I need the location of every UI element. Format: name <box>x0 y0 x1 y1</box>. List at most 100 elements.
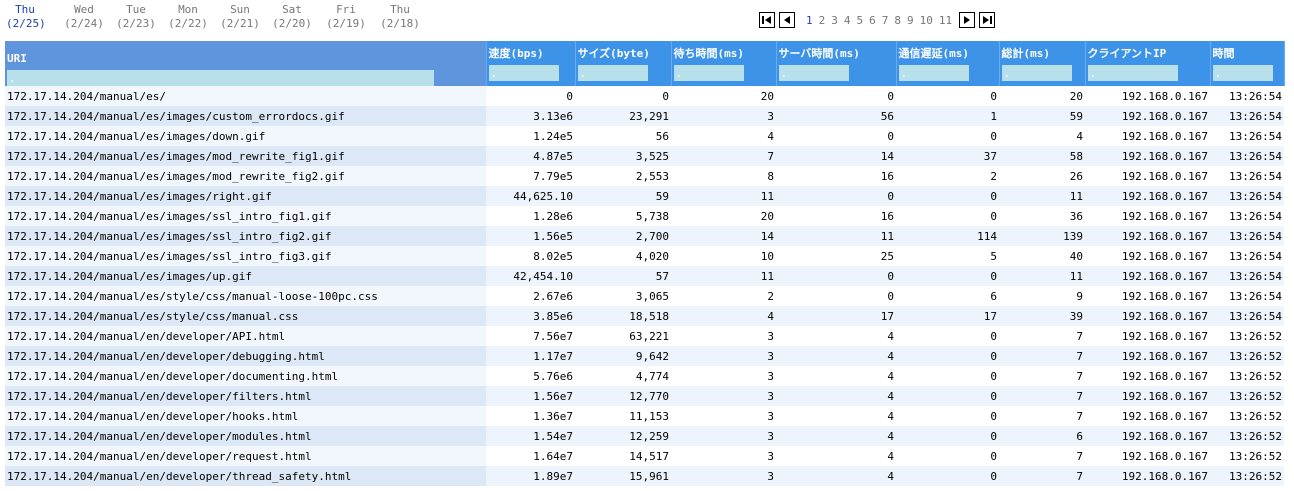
uri-cell: 172.17.14.204/manual/es/images/custom_er… <box>5 106 486 126</box>
page-link[interactable]: 9 <box>907 14 914 27</box>
column-header-wait-time[interactable]: 待ち時間(ms) <box>671 41 777 86</box>
page-link[interactable]: 5 <box>857 14 864 27</box>
time-cell: 13:26:54 <box>1210 126 1284 146</box>
server-time-cell: 16 <box>776 166 896 186</box>
client-ip-filter-input[interactable] <box>1087 65 1178 81</box>
table-row[interactable]: 172.17.14.204/manual/es/images/ssl_intro… <box>5 246 1284 266</box>
day-link-wed-2-24[interactable]: Wed (2/24) <box>60 3 108 31</box>
size-filter-input[interactable] <box>577 65 648 81</box>
column-header-server-time[interactable]: サーバ時間(ms) <box>776 41 897 86</box>
client-ip-cell: 192.168.0.167 <box>1085 286 1210 306</box>
page-link[interactable]: 4 <box>844 14 851 27</box>
table-row[interactable]: 172.17.14.204/manual/es/images/ssl_intro… <box>5 206 1284 226</box>
speed-cell: 7.56e7 <box>486 326 575 346</box>
speed-cell: 2.67e6 <box>486 286 575 306</box>
column-header-speed[interactable]: 速度(bps) <box>486 41 576 86</box>
client-ip-cell: 192.168.0.167 <box>1085 146 1210 166</box>
column-header-size[interactable]: サイズ(byte) <box>575 41 672 86</box>
time-cell: 13:26:52 <box>1210 426 1284 446</box>
column-label: 待ち時間(ms) <box>673 47 745 60</box>
page-link[interactable]: 7 <box>882 14 889 27</box>
size-cell: 3,065 <box>575 286 671 306</box>
speed-cell: 3.13e6 <box>486 106 575 126</box>
column-header-network-delay[interactable]: 通信遅延(ms) <box>896 41 1000 86</box>
table-row[interactable]: 172.17.14.204/manual/es/images/custom_er… <box>5 106 1284 126</box>
column-header-time[interactable]: 時間 <box>1210 41 1285 86</box>
total-cell: 7 <box>999 366 1085 386</box>
table-row[interactable]: 172.17.14.204/manual/es/0 0 20 0 0 20 192.168.… <box>5 86 1284 106</box>
total-cell: 7 <box>999 446 1085 466</box>
network-delay-cell: 0 <box>896 466 999 486</box>
network-delay-cell: 0 <box>896 186 999 206</box>
server-time-filter-input[interactable] <box>778 65 849 81</box>
page-link[interactable]: 11 <box>939 14 952 27</box>
day-link-mon-2-22[interactable]: Mon (2/22) <box>164 3 212 31</box>
page-link[interactable]: 1 <box>806 14 813 27</box>
day-name: Thu <box>390 3 410 16</box>
last-page-button[interactable] <box>979 12 996 28</box>
speed-cell: 44,625.10 <box>486 186 575 206</box>
table-row[interactable]: 172.17.14.204/manual/es/images/down.gif 1… <box>5 126 1284 146</box>
next-page-icon <box>964 16 971 24</box>
column-header-total[interactable]: 総計(ms) <box>999 41 1086 86</box>
speed-cell: 1.36e7 <box>486 406 575 426</box>
next-page-button[interactable] <box>959 12 976 28</box>
day-link-sun-2-21[interactable]: Sun (2/21) <box>216 3 264 31</box>
table-row[interactable]: 172.17.14.204/manual/en/developer/reques… <box>5 446 1284 466</box>
column-header-client-ip[interactable]: クライアントIP <box>1085 41 1211 86</box>
day-link-thu-2-25[interactable]: Thu (2/25) <box>6 3 46 31</box>
size-cell: 59 <box>575 186 671 206</box>
table-row[interactable]: 172.17.14.204/manual/es/images/up.gif 42,… <box>5 266 1284 286</box>
size-cell: 9,642 <box>575 346 671 366</box>
table-row[interactable]: 172.17.14.204/manual/es/images/mod_rewri… <box>5 146 1284 166</box>
network-delay-cell: 17 <box>896 306 999 326</box>
uri-cell: 172.17.14.204/manual/en/developer/thread… <box>5 466 486 486</box>
table-row[interactable]: 172.17.14.204/manual/en/developer/debugg… <box>5 346 1284 366</box>
page-link[interactable]: 10 <box>920 14 933 27</box>
speed-cell: 7.79e5 <box>486 166 575 186</box>
total-cell: 7 <box>999 386 1085 406</box>
table-row[interactable]: 172.17.14.204/manual/en/developer/module… <box>5 426 1284 446</box>
table-row[interactable]: 172.17.14.204/manual/en/developer/docume… <box>5 366 1284 386</box>
total-filter-input[interactable] <box>1001 65 1072 81</box>
client-ip-cell: 192.168.0.167 <box>1085 126 1210 146</box>
first-page-button[interactable] <box>759 12 775 28</box>
page-link[interactable]: 2 <box>819 14 826 27</box>
table-row[interactable]: 172.17.14.204/manual/en/developer/API.ht… <box>5 326 1284 346</box>
network-delay-filter-input[interactable] <box>898 65 969 81</box>
page-link[interactable]: 3 <box>831 14 838 27</box>
uri-filter-input[interactable] <box>7 70 434 86</box>
table-row[interactable]: 172.17.14.204/manual/es/images/right.gif… <box>5 186 1284 206</box>
time-cell: 13:26:52 <box>1210 386 1284 406</box>
table-row[interactable]: 172.17.14.204/manual/es/style/css/manual… <box>5 306 1284 326</box>
server-time-cell: 17 <box>776 306 896 326</box>
time-filter-input[interactable] <box>1212 65 1273 81</box>
client-ip-cell: 192.168.0.167 <box>1085 206 1210 226</box>
wait-time-cell: 8 <box>671 166 776 186</box>
server-time-cell: 14 <box>776 146 896 166</box>
table-row[interactable]: 172.17.14.204/manual/es/style/css/manual… <box>5 286 1284 306</box>
table-row[interactable]: 172.17.14.204/manual/en/developer/thread… <box>5 466 1284 486</box>
table-row[interactable]: 172.17.14.204/manual/es/images/mod_rewri… <box>5 166 1284 186</box>
table-row[interactable]: 172.17.14.204/manual/es/images/ssl_intro… <box>5 226 1284 246</box>
day-link-fri-2-19[interactable]: Fri (2/19) <box>322 3 370 31</box>
day-name: Mon <box>178 3 198 16</box>
day-date: (2/25) <box>6 17 46 30</box>
prev-page-button[interactable] <box>779 12 795 28</box>
uri-cell: 172.17.14.204/manual/es/images/ssl_intro… <box>5 206 486 226</box>
wait-time-cell: 11 <box>671 186 776 206</box>
size-cell: 4,774 <box>575 366 671 386</box>
network-delay-cell: 5 <box>896 246 999 266</box>
speed-filter-input[interactable] <box>488 65 559 81</box>
table-row[interactable]: 172.17.14.204/manual/en/developer/filter… <box>5 386 1284 406</box>
client-ip-cell: 192.168.0.167 <box>1085 226 1210 246</box>
page-link[interactable]: 6 <box>869 14 876 27</box>
table-row[interactable]: 172.17.14.204/manual/en/developer/hooks.… <box>5 406 1284 426</box>
client-ip-cell: 192.168.0.167 <box>1085 166 1210 186</box>
wait-time-filter-input[interactable] <box>673 65 744 81</box>
page-link[interactable]: 8 <box>894 14 901 27</box>
day-link-tue-2-23[interactable]: Tue (2/23) <box>112 3 160 31</box>
day-link-sat-2-20[interactable]: Sat (2/20) <box>268 3 316 31</box>
day-link-thu-2-18[interactable]: Thu (2/18) <box>376 3 424 31</box>
column-header-uri[interactable]: URI <box>5 41 487 86</box>
